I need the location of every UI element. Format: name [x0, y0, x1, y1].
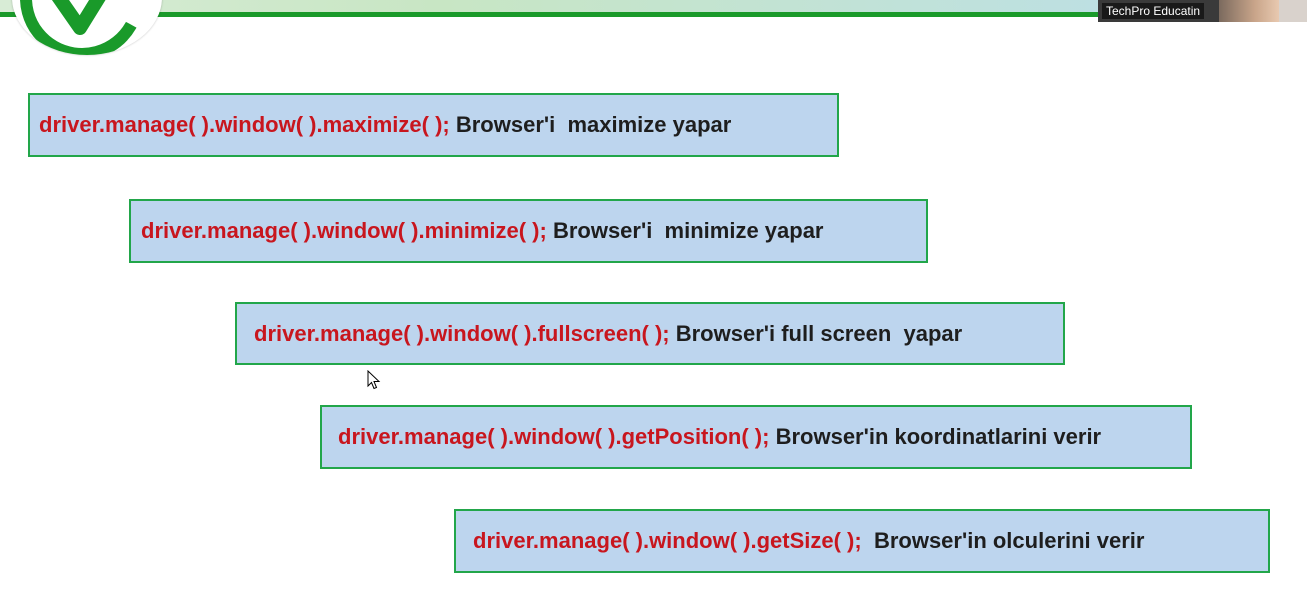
presenter-name-label: TechPro Educatin — [1102, 3, 1205, 19]
command-box-getposition: driver.manage( ).window( ).getPosition( … — [320, 405, 1192, 469]
command-code: driver.manage( ).window( ).fullscreen( )… — [254, 320, 670, 346]
presenter-video-tile[interactable]: TechPro Educatin — [1098, 0, 1307, 22]
command-code: driver.manage( ).window( ).getPosition( … — [338, 424, 770, 449]
command-description: Browser'i minimize yapar — [546, 218, 824, 243]
command-box-fullscreen: driver.manage( ).window( ).fullscreen( )… — [235, 302, 1065, 365]
command-description: Browser'in koordinatlarini verir — [769, 424, 1102, 449]
command-box-getsize: driver.manage( ).window( ).getSize( ); B… — [454, 509, 1270, 573]
command-description: Browser'i full screen yapar — [669, 320, 963, 346]
command-box-minimize: driver.manage( ).window( ).minimize( ); … — [129, 199, 928, 263]
slide-top-line — [0, 12, 1100, 17]
command-box-maximize: driver.manage( ).window( ).maximize( ); … — [28, 93, 839, 157]
slide-top-band — [0, 0, 1100, 12]
command-description: Browser'i maximize yapar — [449, 112, 732, 137]
mouse-pointer-icon — [367, 370, 381, 390]
presenter-video-background — [1279, 0, 1307, 22]
command-code: driver.manage( ).window( ).getSize( ); — [473, 528, 862, 553]
command-code: driver.manage( ).window( ).minimize( ); — [141, 218, 547, 243]
command-code: driver.manage( ).window( ).maximize( ); — [39, 112, 450, 137]
logo: 01 — [12, 0, 162, 55]
checkmark-logo-icon — [19, 0, 144, 55]
presenter-video-feed — [1219, 0, 1279, 22]
command-description: Browser'in olculerini verir — [861, 528, 1145, 553]
